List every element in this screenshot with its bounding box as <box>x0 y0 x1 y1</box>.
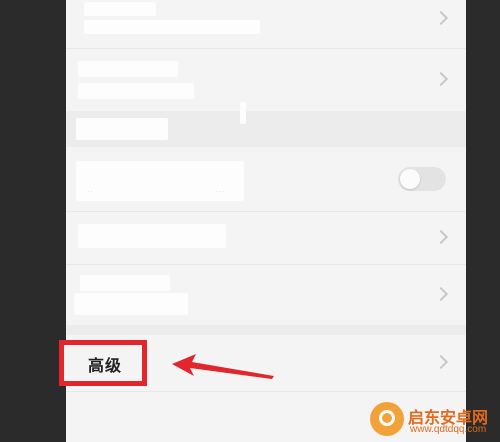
section-gap-band <box>66 325 466 335</box>
blurred-row-title <box>84 2 156 16</box>
right-dark-margin <box>466 0 500 442</box>
blurred-small-text-right: · · · <box>216 189 224 195</box>
blurred-row-content <box>76 161 244 201</box>
blurred-section-title <box>76 118 168 140</box>
blurred-row-title <box>78 224 226 248</box>
settings-row-1[interactable] <box>66 0 466 48</box>
settings-row-5[interactable] <box>66 265 466 325</box>
settings-row-toggle[interactable]: · · · · · <box>66 147 466 211</box>
blurred-scroll-mark <box>240 102 246 124</box>
watermark-url: www.qdtdqq.com <box>410 424 487 435</box>
arrow-icon <box>172 354 274 379</box>
chevron-right-icon <box>433 10 449 26</box>
blurred-row-title <box>78 61 178 77</box>
blurred-row-subtitle <box>84 20 260 34</box>
chevron-right-icon <box>433 286 449 302</box>
watermark-logo-icon <box>370 402 404 436</box>
left-dark-margin <box>0 0 66 442</box>
settings-row-2[interactable] <box>66 49 466 111</box>
toggle-switch[interactable] <box>398 167 446 191</box>
blurred-row-title <box>80 275 170 291</box>
chevron-right-icon <box>433 354 449 370</box>
settings-row-4[interactable] <box>66 212 466 264</box>
toggle-knob <box>400 169 420 189</box>
blurred-small-text-left: · · <box>88 189 93 195</box>
advanced-label[interactable]: 高级 <box>88 352 122 376</box>
blurred-row-subtitle <box>78 83 194 99</box>
watermark: 启东安卓网 www.qdtdqq.com <box>370 398 500 442</box>
chevron-right-icon <box>433 71 449 87</box>
chevron-right-icon <box>433 229 449 245</box>
section-header-band <box>66 111 466 147</box>
blurred-row-subtitle <box>74 293 188 315</box>
